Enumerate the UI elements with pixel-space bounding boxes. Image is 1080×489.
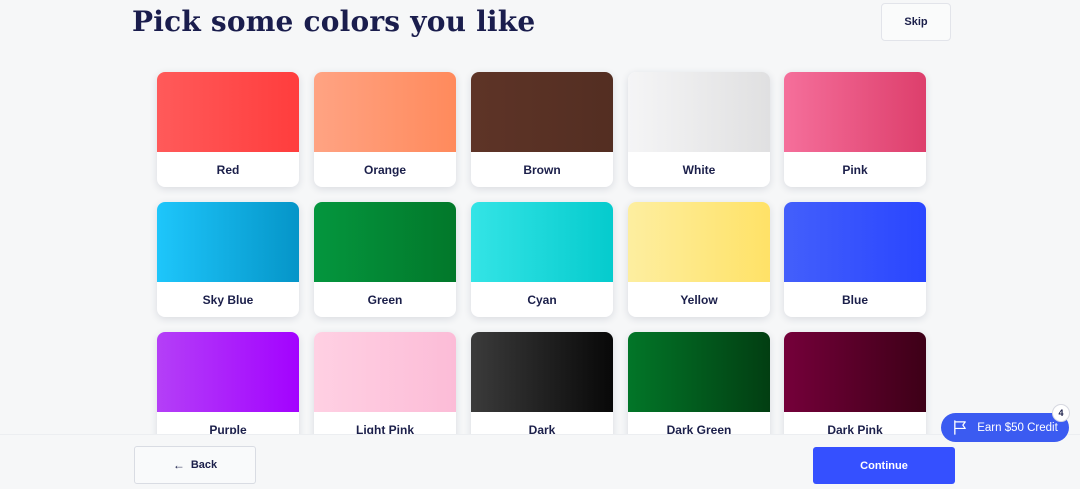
color-card-dark-pink[interactable]: Dark Pink <box>784 332 926 434</box>
color-card-light-pink[interactable]: Light Pink <box>314 332 456 434</box>
color-swatch <box>471 202 613 282</box>
color-label: Dark Pink <box>827 422 883 435</box>
color-swatch <box>314 332 456 412</box>
color-swatch <box>784 72 926 152</box>
color-swatch <box>157 72 299 152</box>
color-card-orange[interactable]: Orange <box>314 72 456 187</box>
color-grid: Red Orange Brown White Pink Sky Blue Gre… <box>0 0 1080 434</box>
color-label: Cyan <box>527 292 557 307</box>
color-label: Blue <box>841 292 868 307</box>
color-card-yellow[interactable]: Yellow <box>628 202 770 317</box>
back-button-label: Back <box>190 459 218 471</box>
color-card-white[interactable]: White <box>628 72 770 187</box>
notification-badge: 4 <box>1052 404 1070 422</box>
color-card-dark-green[interactable]: Dark Green <box>628 332 770 434</box>
color-label: Sky Blue <box>202 292 254 307</box>
color-label: Yellow <box>680 292 718 307</box>
color-card-red[interactable]: Red <box>157 72 299 187</box>
color-card-green[interactable]: Green <box>314 202 456 317</box>
continue-button[interactable]: Continue <box>813 447 955 484</box>
color-label: White <box>682 162 716 177</box>
color-card-pink[interactable]: Pink <box>784 72 926 187</box>
color-label: Dark <box>528 422 556 435</box>
earn-credit-label: Earn $50 Credit <box>977 421 1058 434</box>
color-swatch <box>314 202 456 282</box>
color-label: Red <box>216 162 240 177</box>
color-swatch <box>471 332 613 412</box>
color-card-purple[interactable]: Purple <box>157 332 299 434</box>
color-label: Light Pink <box>356 422 414 435</box>
color-label: Brown <box>523 162 561 177</box>
color-label: Pink <box>842 162 868 177</box>
color-label: Green <box>367 292 403 307</box>
color-swatch <box>157 332 299 412</box>
color-label: Orange <box>363 162 406 177</box>
color-swatch <box>784 332 926 412</box>
arrow-left-icon: ← <box>172 458 185 472</box>
color-card-brown[interactable]: Brown <box>471 72 613 187</box>
color-swatch <box>628 332 770 412</box>
flag-icon <box>954 420 967 435</box>
color-card-blue[interactable]: Blue <box>784 202 926 317</box>
back-button[interactable]: ← Back <box>134 446 256 484</box>
color-swatch <box>628 202 770 282</box>
color-label: Dark Green <box>666 422 732 435</box>
earn-credit-button[interactable]: Earn $50 Credit <box>941 413 1069 442</box>
color-card-cyan[interactable]: Cyan <box>471 202 613 317</box>
color-swatch <box>784 202 926 282</box>
color-label: Purple <box>209 422 247 435</box>
color-card-dark[interactable]: Dark <box>471 332 613 434</box>
color-swatch <box>314 72 456 152</box>
color-swatch <box>157 202 299 282</box>
color-swatch <box>628 72 770 152</box>
color-card-sky-blue[interactable]: Sky Blue <box>157 202 299 317</box>
color-swatch <box>471 72 613 152</box>
